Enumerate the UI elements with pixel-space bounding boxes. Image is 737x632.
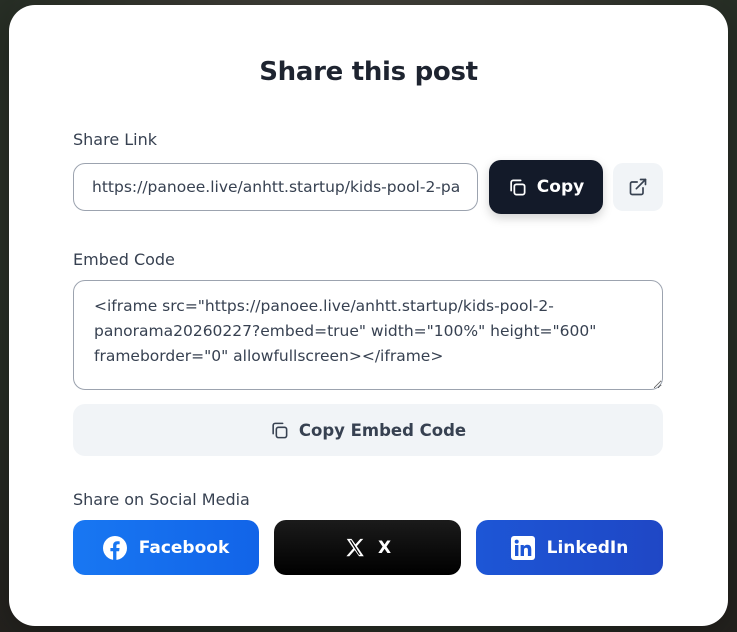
copy-icon bbox=[270, 421, 289, 440]
share-modal: Share this post Share Link Copy Embed Co… bbox=[9, 5, 728, 626]
share-linkedin-button[interactable]: LinkedIn bbox=[476, 520, 663, 575]
social-share-label: Share on Social Media bbox=[73, 490, 250, 509]
modal-title: Share this post bbox=[259, 57, 478, 87]
copy-embed-code-button[interactable]: Copy Embed Code bbox=[73, 404, 663, 456]
share-link-label: Share Link bbox=[73, 130, 158, 149]
external-link-icon bbox=[628, 177, 648, 197]
x-logo-icon bbox=[344, 537, 366, 559]
x-label: X bbox=[377, 537, 392, 558]
embed-code-textarea[interactable]: <iframe src="https://panoee.live/anhtt.s… bbox=[73, 280, 663, 390]
facebook-label: Facebook bbox=[138, 537, 230, 558]
share-facebook-button[interactable]: Facebook bbox=[73, 520, 259, 575]
linkedin-icon bbox=[510, 535, 535, 560]
share-link-input[interactable] bbox=[73, 163, 478, 211]
copy-link-button[interactable]: Copy bbox=[489, 160, 603, 214]
copy-link-label: Copy bbox=[536, 177, 585, 197]
copy-embed-code-label: Copy Embed Code bbox=[298, 420, 467, 440]
linkedin-label: LinkedIn bbox=[546, 537, 629, 558]
facebook-icon bbox=[102, 535, 127, 560]
embed-code-label: Embed Code bbox=[73, 250, 175, 269]
copy-icon bbox=[508, 178, 527, 197]
share-x-button[interactable]: X bbox=[274, 520, 461, 575]
open-link-button[interactable] bbox=[613, 163, 663, 211]
